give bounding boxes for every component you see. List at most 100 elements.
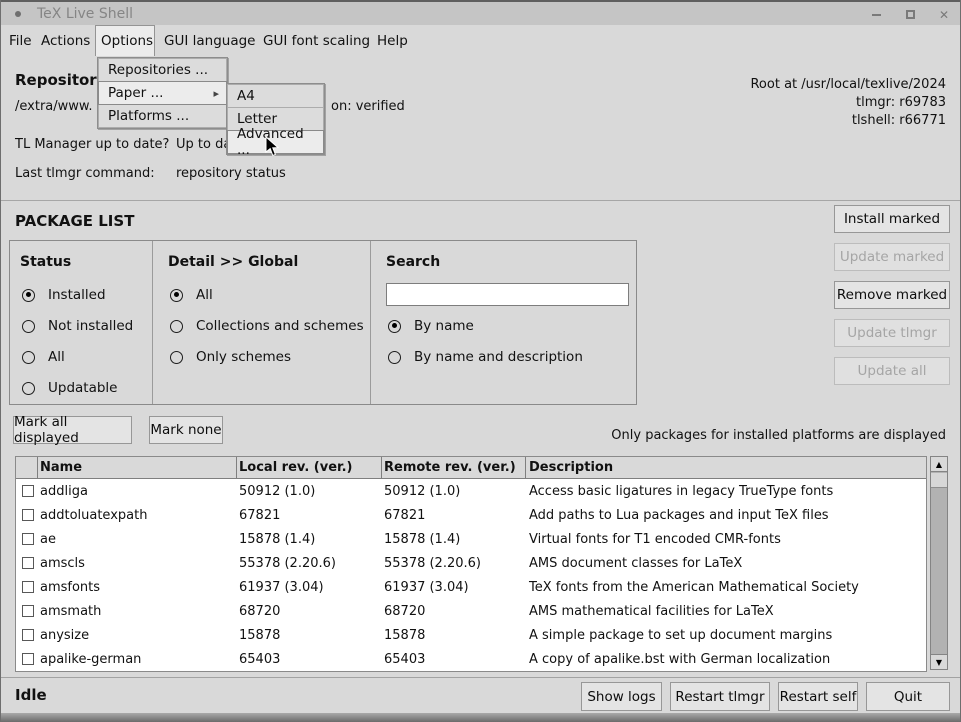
restart-tlmgr-button[interactable]: Restart tlmgr (670, 682, 770, 711)
menu-file[interactable]: File (4, 25, 37, 56)
pkg-remote-rev: 65403 (382, 652, 526, 667)
table-row[interactable]: addtoluatexpath 67821 67821 Add paths to… (16, 503, 926, 527)
scrollbar-up-icon[interactable]: ▲ (931, 457, 947, 472)
restart-self-button[interactable]: Restart self (778, 682, 858, 711)
repo-url-fragment-left: /extra/www. (15, 99, 92, 114)
row-checkbox[interactable] (22, 485, 34, 497)
mark-all-displayed-button[interactable]: Mark all displayed (13, 416, 132, 444)
radio-collections-schemes[interactable]: Collections and schemes (170, 318, 364, 334)
table-row[interactable]: anysize 15878 15878 A simple package to … (16, 623, 926, 647)
radio-updatable[interactable]: Updatable (22, 380, 117, 396)
minimize-icon[interactable] (868, 7, 884, 23)
column-divider (152, 241, 153, 404)
search-group-label: Search (386, 254, 440, 270)
radio-by-name[interactable]: By name (388, 318, 474, 334)
menu-item-platforms[interactable]: Platforms ... (98, 104, 227, 128)
table-row[interactable]: amscls 55378 (2.20.6) 55378 (2.20.6) AMS… (16, 551, 926, 575)
radio-label: By name and description (414, 349, 583, 365)
row-checkbox[interactable] (22, 653, 34, 665)
header-remote[interactable]: Remote rev. (ver.) (382, 457, 526, 478)
tlmgr-version: tlmgr: r69783 (750, 94, 946, 112)
scrollbar-down-icon[interactable]: ▼ (931, 654, 947, 669)
menu-item-label: Letter (237, 111, 277, 127)
header-checkbox-column (16, 457, 38, 478)
menu-item-paper[interactable]: Paper ... ▸ (98, 81, 227, 105)
row-checkbox[interactable] (22, 509, 34, 521)
menu-item-label: Repositories ... (108, 62, 208, 78)
pkg-remote-rev: 15878 (382, 628, 526, 643)
pkg-name: ae (38, 532, 237, 547)
mark-none-button[interactable]: Mark none (149, 416, 223, 444)
pkg-remote-rev: 67821 (382, 508, 526, 523)
update-tlmgr-button[interactable]: Update tlmgr (834, 319, 950, 347)
row-checkbox[interactable] (22, 605, 34, 617)
update-marked-button[interactable]: Update marked (834, 243, 950, 271)
radio-all-status[interactable]: All (22, 349, 65, 365)
row-checkbox[interactable] (22, 581, 34, 593)
update-all-button[interactable]: Update all (834, 357, 950, 385)
platforms-note: Only packages for installed platforms ar… (611, 428, 946, 443)
header-description[interactable]: Description (526, 457, 926, 478)
statusbar: Idle Show logs Restart tlmgr Restart sel… (1, 677, 960, 713)
root-path: Root at /usr/local/texlive/2024 (750, 76, 946, 94)
pkg-name: amscls (38, 556, 237, 571)
pkg-name: addliga (38, 484, 237, 499)
maximize-icon[interactable] (902, 7, 918, 23)
repo-url-fragment-right: on: verified (331, 99, 405, 114)
radio-label: Collections and schemes (196, 318, 364, 334)
radio-not-installed[interactable]: Not installed (22, 318, 133, 334)
pkg-local-rev: 61937 (3.04) (237, 580, 382, 595)
row-checkbox[interactable] (22, 557, 34, 569)
menubar: File Actions Options GUI language GUI fo… (1, 25, 960, 57)
radio-indicator (170, 289, 183, 302)
menu-item-a4[interactable]: A4 (227, 84, 324, 108)
radio-installed[interactable]: Installed (22, 287, 106, 303)
menu-help[interactable]: Help (372, 25, 413, 56)
package-list-heading: PACKAGE LIST (15, 212, 134, 230)
install-marked-button[interactable]: Install marked (834, 205, 950, 233)
radio-indicator (22, 382, 35, 395)
pkg-description: Add paths to Lua packages and input TeX … (526, 508, 926, 523)
pkg-local-rev: 55378 (2.20.6) (237, 556, 382, 571)
table-row[interactable]: apalike-german 65403 65403 A copy of apa… (16, 647, 926, 671)
header-local[interactable]: Local rev. (ver.) (237, 457, 382, 478)
pkg-description: Access basic ligatures in legacy TrueTyp… (526, 484, 926, 499)
menu-actions[interactable]: Actions (36, 25, 95, 56)
radio-label: By name (414, 318, 474, 334)
search-input[interactable] (386, 283, 629, 306)
table-row[interactable]: amsmath 68720 68720 AMS mathematical fac… (16, 599, 926, 623)
radio-only-schemes[interactable]: Only schemes (170, 349, 291, 365)
menu-options[interactable]: Options (95, 25, 155, 56)
quit-button[interactable]: Quit (866, 682, 950, 711)
window-bottom-edge (1, 713, 960, 722)
pkg-name: addtoluatexpath (38, 508, 237, 523)
radio-label: All (196, 287, 213, 303)
remove-marked-button[interactable]: Remove marked (834, 281, 950, 309)
table-row[interactable]: amsfonts 61937 (3.04) 61937 (3.04) TeX f… (16, 575, 926, 599)
radio-indicator (22, 320, 35, 333)
mouse-cursor-icon (265, 136, 281, 158)
table-row[interactable]: addliga 50912 (1.0) 50912 (1.0) Access b… (16, 479, 926, 503)
pkg-remote-rev: 68720 (382, 604, 526, 619)
pkg-local-rev: 15878 (1.4) (237, 532, 382, 547)
show-logs-button[interactable]: Show logs (581, 682, 662, 711)
menu-gui-language[interactable]: GUI language (159, 25, 260, 56)
close-icon[interactable]: ✕ (936, 7, 952, 23)
row-checkbox[interactable] (22, 533, 34, 545)
table-scrollbar[interactable]: ▲ ▼ (930, 456, 948, 670)
pkg-description: Virtual fonts for T1 encoded CMR-fonts (526, 532, 926, 547)
pkg-description: TeX fonts from the American Mathematical… (526, 580, 926, 595)
repository-heading: Repository (15, 71, 107, 89)
texlive-shell-window: TeX Live Shell ✕ File Actions Options GU… (0, 0, 961, 722)
header-name[interactable]: Name (38, 457, 237, 478)
scrollbar-thumb[interactable] (931, 473, 947, 488)
menu-gui-font-scaling[interactable]: GUI font scaling (258, 25, 375, 56)
version-info: Root at /usr/local/texlive/2024 tlmgr: r… (750, 76, 946, 130)
menu-item-repositories[interactable]: Repositories ... (98, 58, 227, 82)
radio-detail-all[interactable]: All (170, 287, 213, 303)
table-row[interactable]: ae 15878 (1.4) 15878 (1.4) Virtual fonts… (16, 527, 926, 551)
radio-by-name-description[interactable]: By name and description (388, 349, 583, 365)
radio-indicator (170, 320, 183, 333)
row-checkbox[interactable] (22, 629, 34, 641)
pkg-remote-rev: 55378 (2.20.6) (382, 556, 526, 571)
